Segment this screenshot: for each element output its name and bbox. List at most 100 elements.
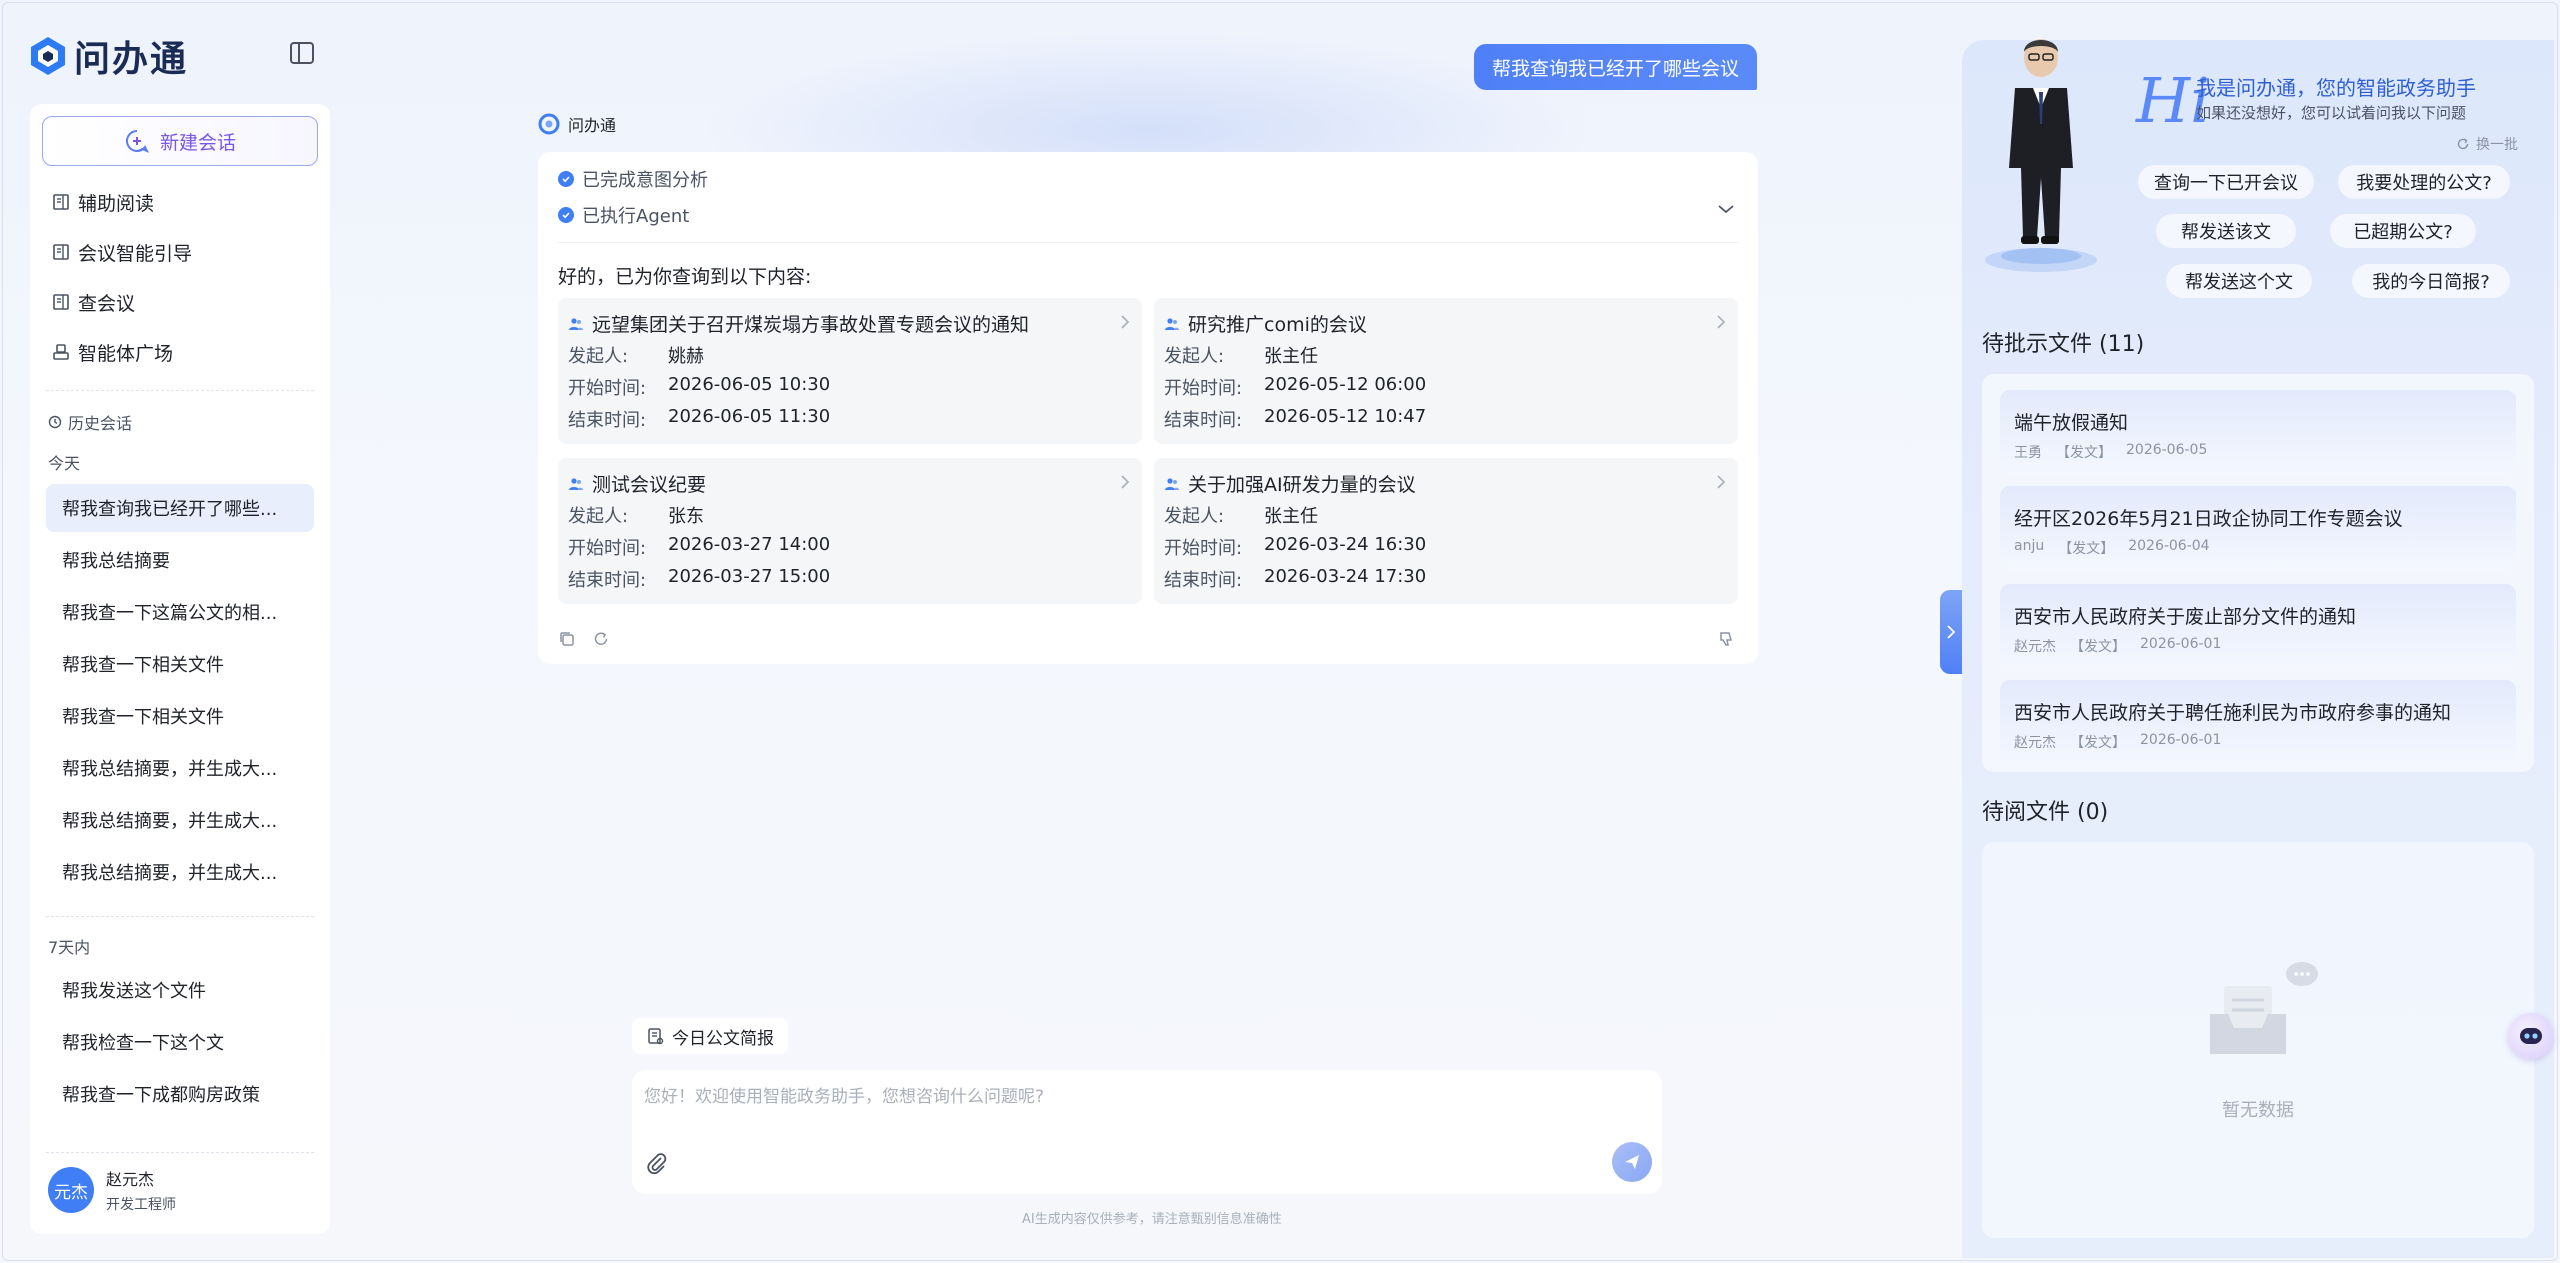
document-type: 【发文】 <box>2056 445 2112 461</box>
meeting-title: 关于加强AI研发力量的会议 <box>1164 470 1416 497</box>
field-label: 发起人: <box>1164 346 1225 367</box>
history-item[interactable]: 帮我总结摘要，并生成大... <box>46 848 314 896</box>
meeting-card[interactable]: 关于加强AI研发力量的会议 发起人: 张主任 开始时间: 2026-03-24 16… <box>1154 458 1738 604</box>
chevron-down-icon[interactable] <box>1716 202 1736 216</box>
history-item[interactable]: 帮我总结摘要，并生成大... <box>46 744 314 792</box>
meeting-end: 结束时间: 2026-03-24 17:30 <box>1164 566 1426 592</box>
field-label: 开始时间: <box>1164 378 1243 399</box>
meeting-card[interactable]: 远望集团关于召开煤炭塌方事故处置专题会议的通知 发起人: 姚赫 开始时间: 2026… <box>558 298 1142 444</box>
send-button[interactable] <box>1612 1142 1652 1182</box>
sidebar-toggle-icon[interactable] <box>288 40 316 66</box>
history-item[interactable]: 帮我查一下成都购房政策 <box>46 1070 314 1118</box>
field-value: 2026-05-12 06:00 <box>1264 374 1427 395</box>
history-item[interactable]: 帮我总结摘要，并生成大... <box>46 796 314 844</box>
suggestion-chip[interactable]: 我的今日简报? <box>2352 264 2510 298</box>
meeting-title-text: 远望集团关于召开煤炭塌方事故处置专题会议的通知 <box>592 314 1030 336</box>
suggestion-chip[interactable]: 查询一下已开会议 <box>2138 165 2314 199</box>
meeting-card[interactable]: 研究推广comi的会议 发起人: 张主任 开始时间: 2026-05-12 06:0… <box>1154 298 1738 444</box>
document-author: 赵元杰 <box>2014 639 2056 655</box>
document-card[interactable]: 经开区2026年5月21日政企协同工作专题会议 anju 【发文】 2026-06-… <box>2000 486 2516 570</box>
user-profile[interactable]: 元杰 赵元杰 开发工程师 <box>48 1166 176 1214</box>
thumbs-down-icon[interactable] <box>1718 630 1736 648</box>
to-read-files-title: 待阅文件 (0) <box>1982 800 2109 825</box>
nav-item-assisted-reading[interactable]: 辅助阅读 <box>52 184 154 220</box>
meeting-card[interactable]: 测试会议纪要 发起人: 张东 开始时间: 2026-03-27 14:00 结束时间… <box>558 458 1142 604</box>
document-title: 端午放假通知 <box>2014 412 2129 434</box>
clock-icon <box>48 415 62 429</box>
history-item[interactable]: 帮我发送这个文件 <box>46 966 314 1014</box>
chevron-right-icon <box>1121 475 1130 489</box>
people-icon <box>569 317 583 330</box>
chevron-right-icon <box>1947 625 1956 639</box>
history-item[interactable]: 帮我查一下相关文件 <box>46 692 314 740</box>
check-circle-icon <box>558 207 574 223</box>
field-label: 结束时间: <box>568 410 647 431</box>
greeting-title: 我是问办通，您的智能政务助手 <box>2196 76 2476 100</box>
meeting-initiator: 发起人: 张东 <box>568 502 704 528</box>
bot-name: 问办通 <box>568 116 617 135</box>
document-icon <box>648 1028 664 1045</box>
document-card[interactable]: 端午放假通知 王勇 【发文】 2026-06-05 <box>2000 390 2516 474</box>
assistant-robot-button[interactable] <box>2508 1013 2554 1059</box>
history-title: 历史会话 <box>48 410 132 434</box>
people-icon <box>569 477 583 490</box>
field-value: 2026-06-05 10:30 <box>668 374 831 395</box>
suggestion-chip[interactable]: 我要处理的公文? <box>2338 165 2510 199</box>
nav-item-meeting-guide[interactable]: 会议智能引导 <box>52 234 192 270</box>
suggestion-chip[interactable]: 帮发送该文 <box>2156 214 2296 248</box>
field-value: 2026-05-12 10:47 <box>1264 406 1427 427</box>
nav-label: 智能体广场 <box>78 342 174 365</box>
field-value: 张主任 <box>1264 346 1318 367</box>
paperclip-icon[interactable] <box>644 1150 670 1176</box>
user-message-bubble: 帮我查询我已经开了哪些会议 <box>1473 44 1757 90</box>
suggestion-chip[interactable]: 帮发送这个文 <box>2166 264 2312 298</box>
bot-response-card: 已完成意图分析 已执行Agent 好的，已为你查询到以下内容: 远望集团关于召开… <box>538 152 1758 664</box>
document-card[interactable]: 西安市人民政府关于废止部分文件的通知 赵元杰 【发文】 2026-06-01 <box>2000 584 2516 668</box>
new-chat-button[interactable]: 新建会话 <box>42 116 318 166</box>
step-label: 已完成意图分析 <box>582 170 708 191</box>
document-card[interactable]: 西安市人民政府关于聘任施利民为市政府参事的通知 赵元杰 【发文】 2026-06-0… <box>2000 680 2516 764</box>
field-label: 结束时间: <box>1164 410 1243 431</box>
meeting-start: 开始时间: 2026-05-12 06:00 <box>1164 374 1426 400</box>
response-intro: 好的，已为你查询到以下内容: <box>558 266 812 288</box>
history-item[interactable]: 帮我查一下相关文件 <box>46 640 314 688</box>
meeting-initiator: 发起人: 张主任 <box>1164 342 1318 368</box>
divider <box>46 916 314 917</box>
copy-icon[interactable] <box>558 630 576 648</box>
nav-item-agent-square[interactable]: 智能体广场 <box>52 334 173 370</box>
app-window: 问办通 新建会话 辅助阅读 会议智能引导 查会议 智能体广场 历史会话 今天 帮… <box>0 0 2560 1263</box>
refresh-suggestions-button[interactable]: 换一批 <box>2456 134 2518 154</box>
daily-briefing-button[interactable]: 今日公文简报 <box>632 1018 788 1054</box>
greeting-subtitle: 如果还没想好，您可以试着问我以下问题 <box>2196 104 2467 122</box>
history-item[interactable]: 帮我查一下这篇公文的相... <box>46 588 314 636</box>
document-date: 2026-06-05 <box>2126 442 2208 458</box>
document-type: 【发文】 <box>2070 639 2126 655</box>
field-value: 2026-03-24 16:30 <box>1264 534 1427 555</box>
chat-input-box <box>632 1070 1662 1194</box>
nav-item-search-meeting[interactable]: 查会议 <box>52 284 135 320</box>
sidebar: 新建会话 辅助阅读 会议智能引导 查会议 智能体广场 历史会话 今天 帮我查询我… <box>30 104 330 1234</box>
document-author: 赵元杰 <box>2014 735 2056 751</box>
history-item[interactable]: 帮我查询我已经开了哪些... <box>46 484 314 532</box>
field-label: 发起人: <box>568 346 629 367</box>
user-role: 开发工程师 <box>106 1197 176 1213</box>
refresh-icon[interactable] <box>592 630 610 648</box>
bot-logo-icon <box>538 113 560 135</box>
history-item[interactable]: 帮我总结摘要 <box>46 536 314 584</box>
meeting-title-text: 关于加强AI研发力量的会议 <box>1188 474 1416 496</box>
right-panel-toggle[interactable] <box>1940 590 1962 674</box>
meeting-start: 开始时间: 2026-06-05 10:30 <box>568 374 830 400</box>
document-date: 2026-06-01 <box>2140 732 2222 748</box>
logo-icon <box>31 37 65 75</box>
meeting-initiator: 发起人: 张主任 <box>1164 502 1318 528</box>
document-author: anju <box>2014 538 2045 554</box>
history-item[interactable]: 帮我检查一下这个文 <box>46 1018 314 1066</box>
document-meta: anju 【发文】 2026-06-04 <box>2014 538 2210 558</box>
chat-input[interactable] <box>644 1082 1544 1142</box>
to-read-files-list: 暂无数据 <box>1982 842 2534 1238</box>
chevron-right-icon <box>1717 315 1726 329</box>
step-intent: 已完成意图分析 <box>558 166 708 192</box>
meeting-title: 测试会议纪要 <box>568 470 706 497</box>
suggestion-chip[interactable]: 已超期公文? <box>2330 214 2476 248</box>
document-author: 王勇 <box>2014 445 2042 461</box>
